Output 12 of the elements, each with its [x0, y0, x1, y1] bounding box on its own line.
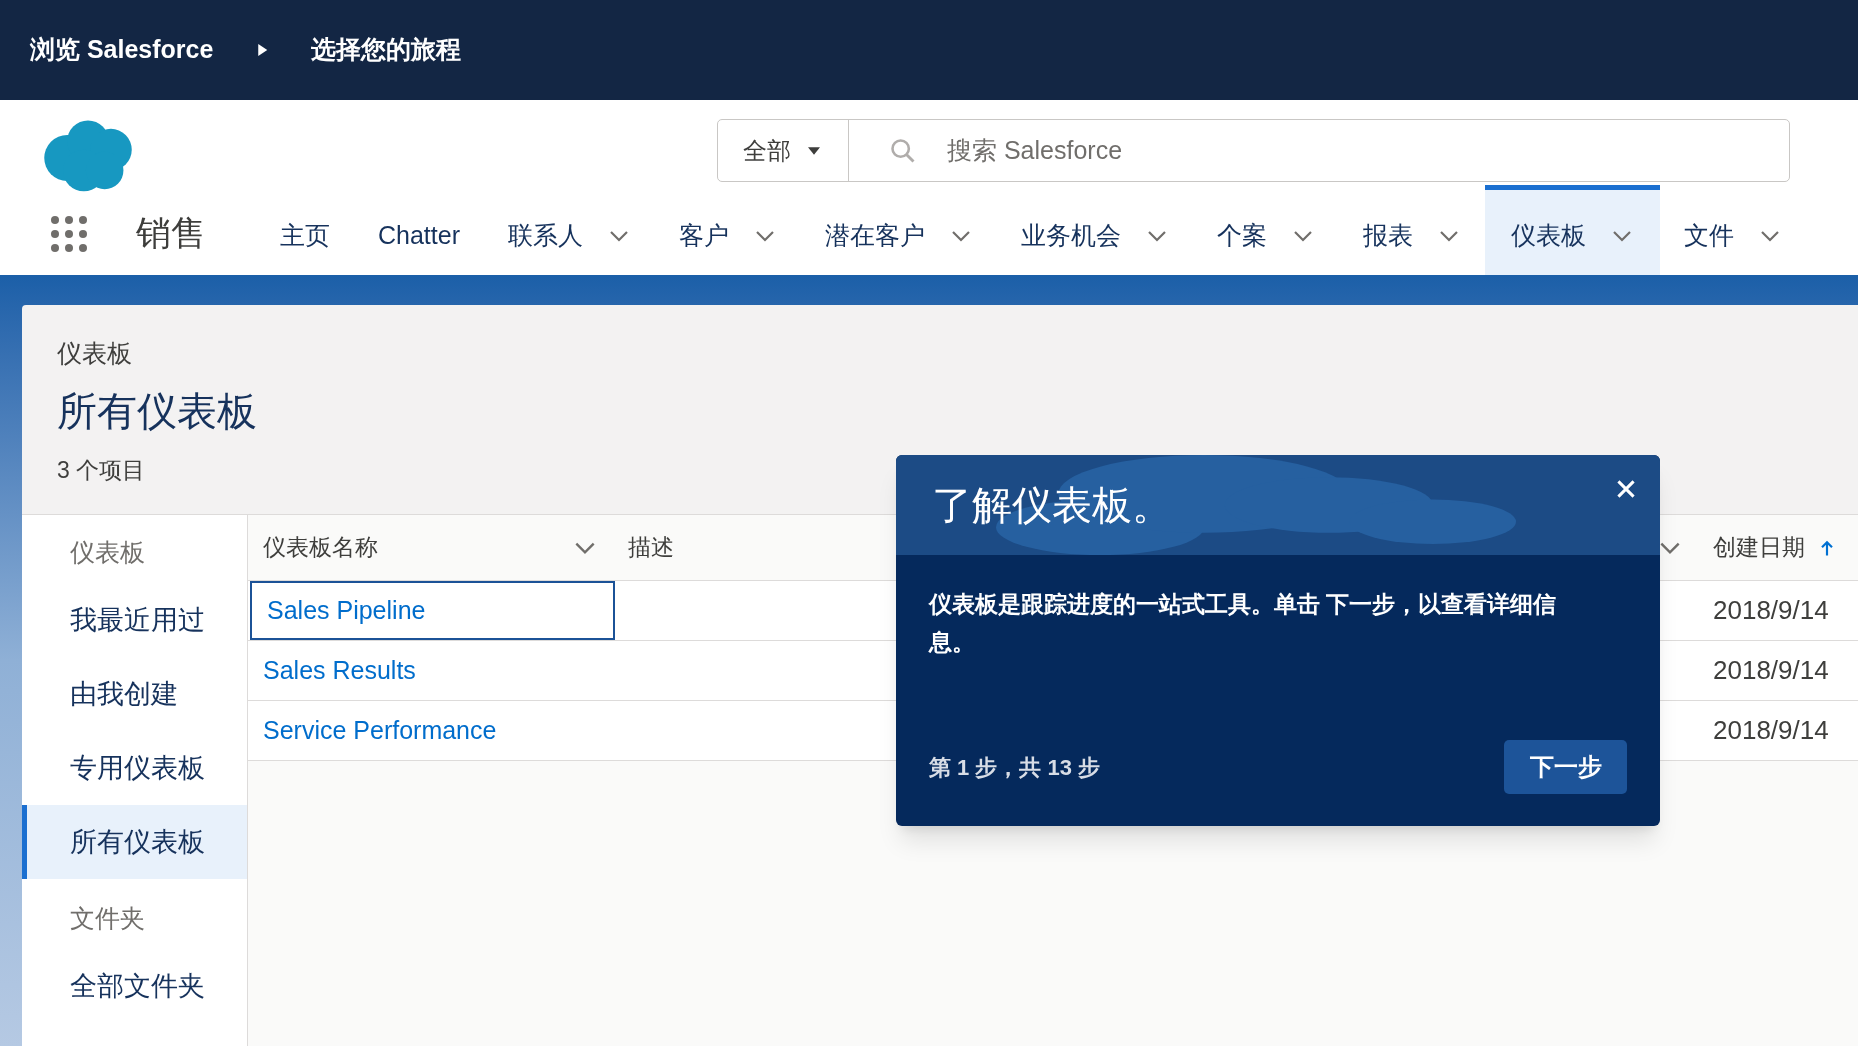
page-object-label: 仪表板: [57, 338, 133, 369]
table-cell-text: 2018/9/14: [1712, 654, 1830, 687]
section-heading: 文件夹: [69, 903, 146, 935]
table-cell-text: 2018/9/14: [1712, 594, 1830, 627]
page-title: 所有仪表板: [57, 387, 258, 435]
step-counter: 第 1 步，共 13 步: [929, 753, 1101, 782]
section-heading: 仪表板: [69, 537, 146, 569]
popover-message: 仪表板是跟踪进度的一站式工具。单击 下一步，以查看详细信息。: [927, 590, 1558, 657]
app-name: 销售: [136, 211, 206, 254]
popover-title: 了解仪表板。: [932, 482, 1172, 529]
item-count: 3 个项目: [57, 455, 147, 485]
table-cell-text: 2018/9/14: [1712, 714, 1830, 747]
